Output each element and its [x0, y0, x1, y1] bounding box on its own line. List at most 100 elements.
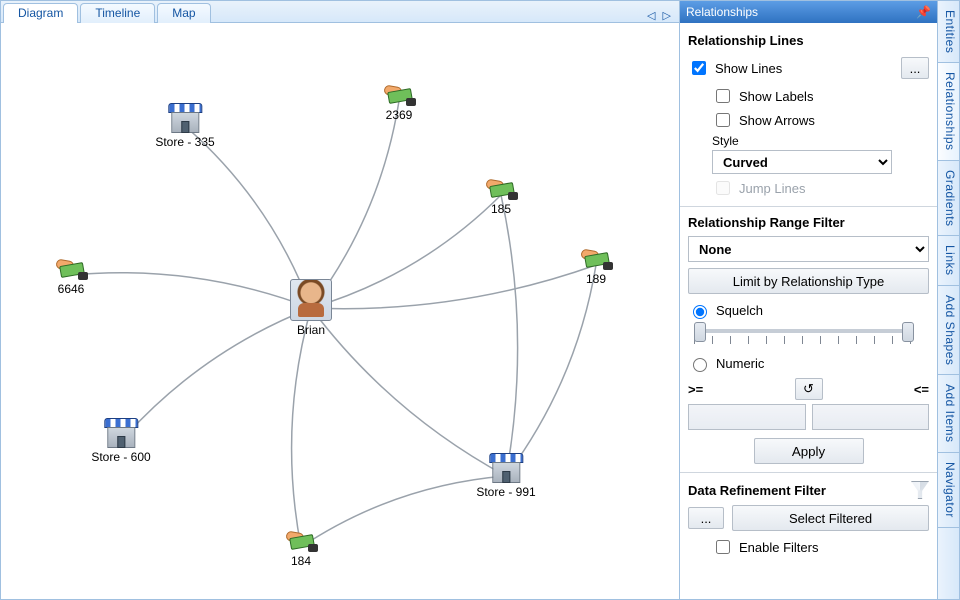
node-s991[interactable]: Store - 991: [476, 453, 535, 499]
node-label: 184: [284, 554, 318, 568]
relationships-panel: Relationships 📌 Relationship Lines Show …: [680, 0, 938, 600]
numeric-label: Numeric: [716, 356, 764, 371]
node-n189[interactable]: 189: [579, 244, 613, 286]
transaction-icon: [54, 254, 88, 280]
show-lines-label: Show Lines: [715, 61, 782, 76]
side-tab-strip: EntitiesRelationshipsGradientsLinksAdd S…: [938, 0, 960, 600]
funnel-icon[interactable]: [911, 481, 929, 499]
transaction-icon: [484, 174, 518, 200]
side-tab-links[interactable]: Links: [938, 236, 959, 286]
edge[interactable]: [311, 195, 501, 308]
side-tab-gradients[interactable]: Gradients: [938, 161, 959, 237]
node-label: 6646: [54, 282, 88, 296]
enable-filters-label: Enable Filters: [739, 540, 818, 555]
edge[interactable]: [311, 101, 399, 308]
transaction-icon: [284, 526, 318, 552]
lte-label: <=: [905, 382, 929, 397]
squelch-radio-input[interactable]: [693, 305, 707, 319]
lines-options-button[interactable]: ...: [901, 57, 929, 79]
edge[interactable]: [311, 308, 506, 476]
node-label: Store - 991: [476, 485, 535, 499]
select-filtered-button[interactable]: Select Filtered: [732, 505, 929, 531]
enable-filters-input[interactable]: [716, 540, 730, 554]
side-tab-entities[interactable]: Entities: [938, 1, 959, 63]
show-arrows-input[interactable]: [716, 113, 730, 127]
style-label: Style: [712, 134, 929, 148]
store-icon: [104, 418, 138, 448]
transaction-icon: [382, 80, 416, 106]
transaction-icon: [579, 244, 613, 270]
person-icon: [290, 279, 332, 321]
edge[interactable]: [311, 265, 596, 309]
data-refinement-label: Data Refinement Filter: [688, 483, 826, 498]
node-n184[interactable]: 184: [284, 526, 318, 568]
squelch-radio[interactable]: Squelch: [688, 302, 929, 319]
tab-map[interactable]: Map: [157, 3, 210, 23]
node-brian[interactable]: Brian: [290, 279, 332, 337]
edge[interactable]: [506, 265, 596, 476]
panel-body: Relationship Lines Show Lines ... Show L…: [680, 23, 937, 599]
side-tab-add-shapes[interactable]: Add Shapes: [938, 286, 959, 375]
tab-scroll-controls: ◁ ▷: [645, 9, 673, 22]
edge[interactable]: [71, 273, 311, 308]
data-refinement-heading: Data Refinement Filter: [688, 481, 929, 499]
store-icon: [168, 103, 202, 133]
side-tab-add-items[interactable]: Add Items: [938, 375, 959, 453]
numeric-reset-button[interactable]: ↺: [795, 378, 823, 400]
enable-filters-checkbox[interactable]: Enable Filters: [712, 537, 929, 557]
gte-input[interactable]: [688, 404, 806, 430]
node-s600[interactable]: Store - 600: [91, 418, 150, 464]
panel-title-text: Relationships: [686, 5, 758, 19]
tab-timeline[interactable]: Timeline: [80, 3, 155, 23]
store-icon: [489, 453, 523, 483]
panel-titlebar: Relationships 📌: [680, 1, 937, 23]
show-lines-checkbox[interactable]: Show Lines: [688, 58, 782, 78]
node-n185[interactable]: 185: [484, 174, 518, 216]
numeric-radio-input[interactable]: [693, 358, 707, 372]
lte-input[interactable]: [812, 404, 930, 430]
node-s335[interactable]: Store - 335: [155, 103, 214, 149]
squelch-slider[interactable]: [694, 325, 929, 347]
range-filter-heading: Relationship Range Filter: [688, 215, 929, 230]
diagram-canvas[interactable]: Brian Store - 335 2369 185 189 6646 Store - 60…: [1, 23, 679, 599]
canvas-pane: DiagramTimelineMap ◁ ▷ Brian Store - 335 2…: [0, 0, 680, 600]
style-select[interactable]: Curved: [712, 150, 892, 174]
show-labels-checkbox[interactable]: Show Labels: [712, 86, 929, 106]
node-label: Brian: [290, 323, 332, 337]
node-label: Store - 600: [91, 450, 150, 464]
show-lines-input[interactable]: [692, 61, 706, 75]
show-labels-input[interactable]: [716, 89, 730, 103]
show-arrows-label: Show Arrows: [739, 113, 815, 128]
show-arrows-checkbox[interactable]: Show Arrows: [712, 110, 929, 130]
edge[interactable]: [501, 195, 518, 476]
squelch-label: Squelch: [716, 303, 763, 318]
node-label: Store - 335: [155, 135, 214, 149]
show-labels-label: Show Labels: [739, 89, 813, 104]
tab-scroll-left-icon[interactable]: ◁: [645, 10, 657, 22]
squelch-thumb-right[interactable]: [902, 322, 914, 342]
edge[interactable]: [301, 476, 506, 547]
node-n6646[interactable]: 6646: [54, 254, 88, 296]
range-filter-select[interactable]: None: [688, 236, 929, 262]
limit-by-type-button[interactable]: Limit by Relationship Type: [688, 268, 929, 294]
node-label: 189: [579, 272, 613, 286]
node-n2369[interactable]: 2369: [382, 80, 416, 122]
node-label: 185: [484, 202, 518, 216]
tab-diagram[interactable]: Diagram: [3, 3, 78, 23]
jump-lines-checkbox: Jump Lines: [712, 178, 929, 198]
tab-scroll-right-icon[interactable]: ▷: [661, 10, 673, 22]
side-tab-relationships[interactable]: Relationships: [938, 63, 959, 161]
data-refinement-options-button[interactable]: ...: [688, 507, 724, 529]
gte-label: >=: [688, 382, 712, 397]
jump-lines-label: Jump Lines: [739, 181, 805, 196]
node-label: 2369: [382, 108, 416, 122]
squelch-thumb-left[interactable]: [694, 322, 706, 342]
side-tab-navigator[interactable]: Navigator: [938, 453, 959, 528]
view-tabs: DiagramTimelineMap ◁ ▷: [1, 1, 679, 23]
edge-layer: [1, 23, 679, 599]
numeric-radio[interactable]: Numeric: [688, 355, 929, 372]
jump-lines-input: [716, 181, 730, 195]
edge[interactable]: [292, 308, 311, 547]
pin-icon[interactable]: 📌: [916, 5, 931, 19]
apply-button[interactable]: Apply: [754, 438, 864, 464]
